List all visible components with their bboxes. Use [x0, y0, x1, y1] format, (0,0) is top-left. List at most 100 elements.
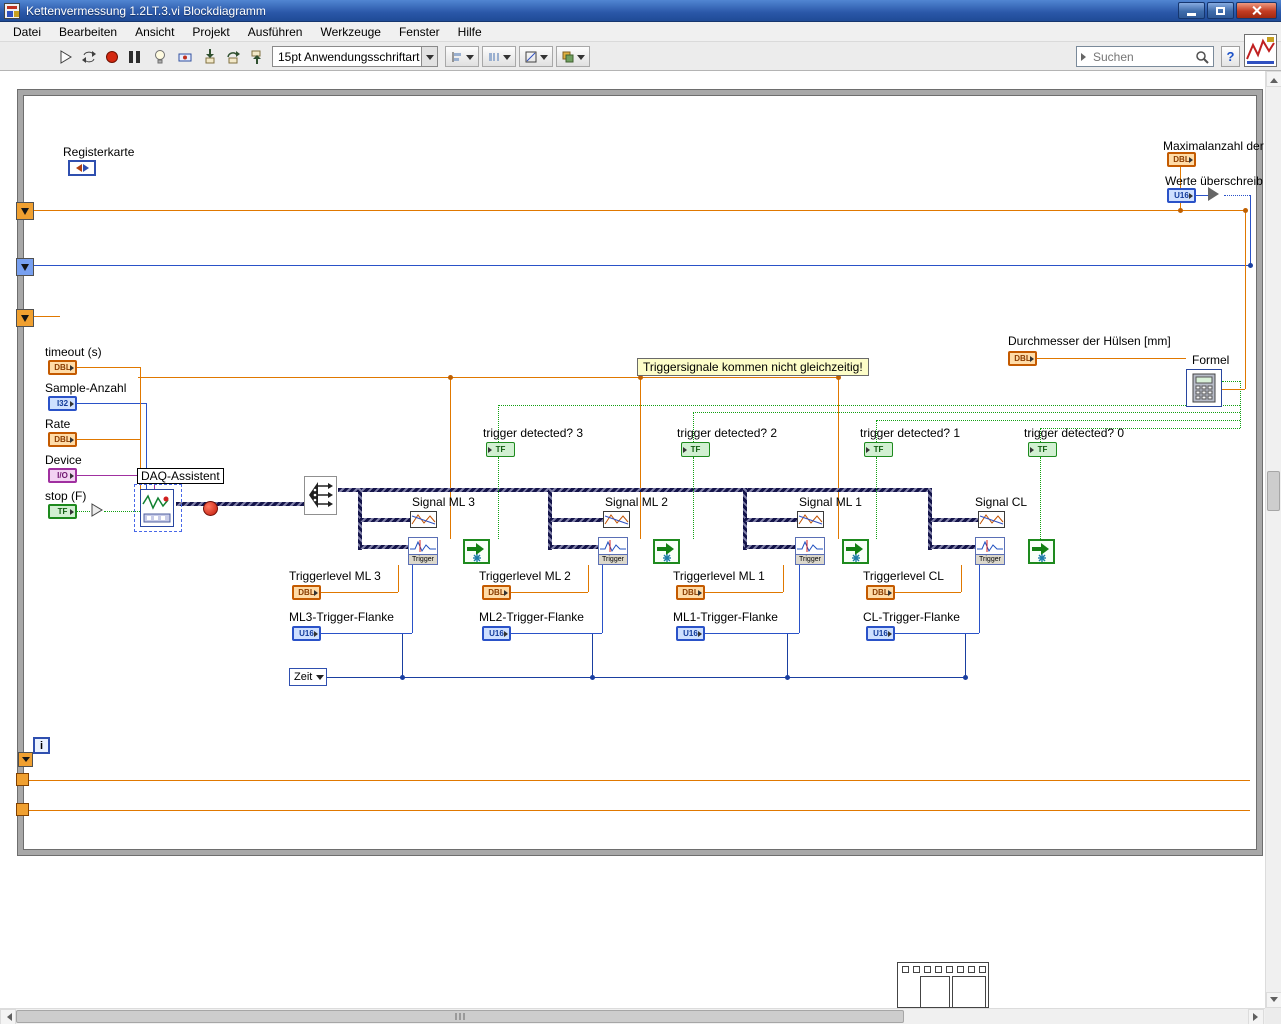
align-objects-button[interactable]	[445, 46, 479, 67]
array-frame[interactable]	[897, 962, 989, 1008]
font-selector-dropdown[interactable]	[421, 47, 437, 66]
context-help-button[interactable]: ?	[1221, 46, 1240, 67]
trigger-detected-terminal[interactable]: TF	[1028, 442, 1057, 457]
max-anzahl-terminal[interactable]: DBL	[1167, 152, 1196, 167]
step-into-button[interactable]	[198, 45, 221, 68]
boolean-arrow-icon	[91, 503, 103, 517]
step-out-button[interactable]	[244, 45, 267, 68]
triggerlevel-terminal[interactable]: DBL	[676, 585, 705, 600]
menu-bearbeiten[interactable]: Bearbeiten	[50, 23, 126, 41]
waveform-graph-terminal[interactable]	[797, 511, 824, 528]
trigger-detected-terminal[interactable]: TF	[486, 442, 515, 457]
stop-terminal[interactable]: TF	[48, 504, 77, 519]
scroll-up-button[interactable]	[1266, 71, 1281, 87]
close-button[interactable]	[1236, 2, 1277, 19]
shift-register-int[interactable]	[16, 258, 34, 276]
horizontal-scrollbar[interactable]	[0, 1008, 1265, 1024]
chevron-down-icon	[465, 54, 474, 64]
wire-bool-route-1	[876, 420, 1240, 421]
registerkarte-terminal[interactable]	[68, 160, 96, 176]
triangle-down-icon	[21, 315, 29, 326]
reorder-objects-button[interactable]	[556, 46, 590, 67]
pause-icon	[129, 50, 140, 63]
trigger-detected-terminal[interactable]: TF	[864, 442, 893, 457]
trigger-express-vi[interactable]: Trigger	[408, 537, 438, 565]
triggerlevel-terminal[interactable]: DBL	[292, 585, 321, 600]
flanke-terminal[interactable]: U16	[866, 626, 895, 641]
resize-objects-button[interactable]	[519, 46, 553, 67]
font-selector[interactable]: 15pt Anwendungsschriftart	[272, 46, 438, 67]
wire-level-2	[511, 592, 588, 593]
shift-register-small[interactable]	[18, 752, 33, 767]
flanke-terminal[interactable]: U16	[676, 626, 705, 641]
abort-button[interactable]	[100, 45, 123, 68]
maximize-button[interactable]	[1207, 2, 1234, 19]
zeit-enum-constant[interactable]: Zeit	[289, 668, 327, 686]
menu-projekt[interactable]: Projekt	[183, 23, 238, 41]
wire-timeout	[76, 367, 140, 368]
flanke-terminal[interactable]: U16	[482, 626, 511, 641]
shift-register-dbl-2[interactable]	[16, 309, 34, 327]
durchmesser-terminal[interactable]: DBL	[1008, 351, 1037, 366]
timeout-terminal[interactable]: DBL	[48, 360, 77, 375]
collector-vi[interactable]	[842, 539, 869, 564]
formel-express-vi[interactable]	[1186, 369, 1222, 407]
search-input[interactable]	[1093, 49, 1192, 64]
step-over-button[interactable]	[221, 45, 244, 68]
highlight-execution-button[interactable]	[148, 45, 171, 68]
search-scope-icon[interactable]	[1081, 52, 1090, 61]
daq-assistant-vi[interactable]	[140, 489, 174, 527]
waveform-graph-terminal[interactable]	[603, 511, 630, 528]
shift-register-dbl[interactable]	[16, 202, 34, 220]
run-continuous-button[interactable]	[77, 45, 100, 68]
waveform-graph-terminal[interactable]	[978, 511, 1005, 528]
rate-terminal[interactable]: DBL	[48, 432, 77, 447]
block-diagram[interactable]: Registerkarte Maximalanzahl der DBL Wert…	[0, 71, 1265, 1008]
vi-icon[interactable]	[1244, 34, 1277, 67]
device-terminal[interactable]: I/O	[48, 468, 77, 483]
triggerlevel-terminal[interactable]: DBL	[866, 585, 895, 600]
minimize-button[interactable]	[1178, 2, 1205, 19]
trigger-express-vi[interactable]: Trigger	[975, 537, 1005, 565]
run-button[interactable]	[54, 45, 77, 68]
search-box[interactable]	[1076, 46, 1214, 67]
waveform-graph-terminal[interactable]	[410, 511, 437, 528]
retain-wire-values-button[interactable]	[173, 45, 196, 68]
menu-datei[interactable]: Datei	[4, 23, 50, 41]
menu-fenster[interactable]: Fenster	[390, 23, 449, 41]
trigger-express-vi[interactable]: Trigger	[598, 537, 628, 565]
stop-led[interactable]	[203, 501, 218, 516]
iteration-label: i	[39, 739, 44, 752]
triggerlevel-terminal[interactable]: DBL	[482, 585, 511, 600]
werte-terminal[interactable]: U16	[1167, 188, 1196, 203]
timeout-label: timeout (s)	[45, 345, 102, 359]
sample-terminal[interactable]: I32	[48, 396, 77, 411]
split-signals-function[interactable]	[304, 476, 337, 515]
vertical-scrollbar-thumb[interactable]	[1267, 471, 1280, 511]
loop-iteration-terminal[interactable]: i	[33, 737, 50, 754]
collector-vi[interactable]	[1028, 539, 1055, 564]
horizontal-scrollbar-thumb[interactable]	[16, 1010, 904, 1023]
collector-vi[interactable]	[653, 539, 680, 564]
menu-werkzeuge[interactable]: Werkzeuge	[311, 23, 389, 41]
collector-vi[interactable]	[463, 539, 490, 564]
shift-register-square-2[interactable]	[16, 803, 29, 816]
trigger-express-vi[interactable]: Trigger	[795, 537, 825, 565]
distribute-objects-button[interactable]	[482, 46, 516, 67]
menu-ansicht[interactable]: Ansicht	[126, 23, 183, 41]
trigger-detected-terminal[interactable]: TF	[681, 442, 710, 457]
toolbar: 15pt Anwendungsschriftart ?	[0, 42, 1281, 71]
pause-button[interactable]	[123, 45, 146, 68]
flanke-terminal[interactable]: U16	[292, 626, 321, 641]
array-element	[920, 976, 950, 1008]
wire-level-3	[321, 592, 398, 593]
shift-register-square-1[interactable]	[16, 773, 29, 786]
scroll-down-button[interactable]	[1266, 992, 1281, 1008]
scroll-right-button[interactable]	[1248, 1009, 1264, 1024]
vertical-scrollbar[interactable]	[1265, 71, 1281, 1008]
scroll-left-button[interactable]	[0, 1009, 16, 1024]
menu-ausfuehren[interactable]: Ausführen	[239, 23, 312, 41]
frame-cell	[946, 966, 953, 973]
wire-stop-a	[76, 511, 90, 512]
menu-hilfe[interactable]: Hilfe	[449, 23, 491, 41]
